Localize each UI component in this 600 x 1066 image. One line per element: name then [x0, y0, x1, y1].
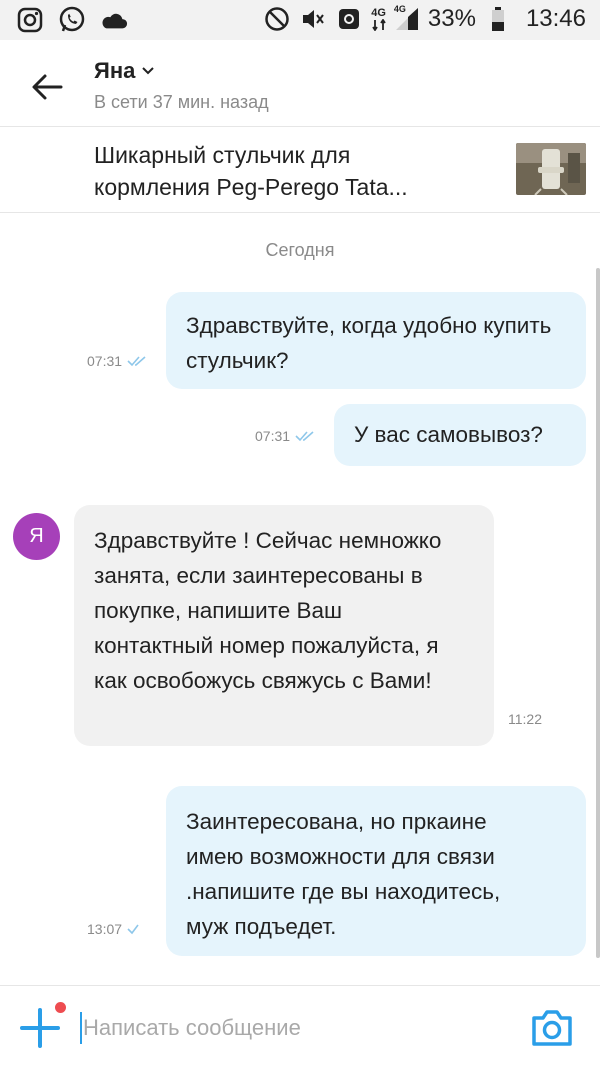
date-divider: Сегодня: [265, 240, 335, 260]
arrow-left-icon: [32, 74, 63, 100]
plus-icon: [20, 1008, 60, 1048]
message-time: 07:31: [255, 428, 316, 444]
chat-header: Яна В сети 37 мин. назад: [0, 40, 600, 127]
chevron-down-icon: [142, 67, 155, 75]
contact-name-dropdown[interactable]: Яна: [94, 58, 155, 84]
instagram-icon: [16, 6, 44, 34]
double-check-icon: [295, 431, 314, 442]
network-b-indicator: 4G: [393, 4, 420, 32]
composer-bar: [0, 985, 600, 1066]
message-bubble[interactable]: Здравствуйте, когда удобно купить стульч…: [166, 292, 586, 389]
message-text: У вас самовывоз?: [354, 422, 543, 447]
contact-status: В сети 37 мин. назад: [94, 92, 269, 112]
status-bar: 4G 4G 33% 13:46: [0, 0, 600, 40]
message-time-text: 11:22: [508, 711, 542, 727]
whatsapp-icon: [58, 6, 86, 34]
message-time: 11:22: [508, 711, 542, 727]
message-time-text: 13:07: [87, 921, 123, 937]
cloud-icon: [100, 6, 128, 34]
battery-icon: [484, 5, 512, 33]
battery-percent: 33%: [427, 5, 476, 32]
clock: 13:46: [525, 5, 586, 32]
text-cursor: [80, 1012, 82, 1044]
listing-title: Шикарный стульчик для кормления Peg-Pere…: [94, 142, 408, 200]
message-time-text: 07:31: [87, 353, 123, 369]
message-input[interactable]: [83, 1010, 483, 1046]
double-check-icon: [127, 356, 146, 367]
network-a-indicator: 4G: [371, 6, 386, 31]
nfc-icon: [335, 5, 363, 33]
notification-dot: [55, 1002, 66, 1013]
message-time-text: 07:31: [255, 428, 291, 444]
avatar-letter: Я: [29, 525, 44, 547]
mute-icon: [299, 5, 327, 33]
message-text: Заинтересована, но пркаине имею возможно…: [186, 809, 501, 939]
message-bubble[interactable]: Заинтересована, но пркаине имею возможно…: [166, 786, 586, 956]
message-bubble[interactable]: У вас самовывоз?: [334, 404, 586, 466]
message-text: Здравствуйте ! Сейчас немножко занята, е…: [94, 528, 442, 693]
avatar[interactable]: Я: [13, 513, 60, 560]
scrollbar[interactable]: [596, 268, 600, 958]
camera-button[interactable]: [530, 1008, 574, 1048]
contact-name: Яна: [94, 58, 136, 83]
check-icon: [127, 924, 139, 935]
back-button[interactable]: [30, 70, 64, 104]
attach-button[interactable]: [18, 1006, 62, 1050]
message-time: 13:07: [87, 921, 140, 937]
network-b-label: 4G: [393, 4, 406, 14]
listing-preview[interactable]: Шикарный стульчик для кормления Peg-Pere…: [0, 127, 600, 213]
do-not-disturb-icon: [263, 5, 291, 33]
message-text: Здравствуйте, когда удобно купить стульч…: [186, 313, 552, 373]
camera-icon: [532, 1010, 572, 1046]
listing-thumbnail: [516, 143, 586, 195]
message-time: 07:31: [87, 353, 148, 369]
network-a-label: 4G: [371, 6, 386, 19]
message-bubble[interactable]: Здравствуйте ! Сейчас немножко занята, е…: [74, 505, 494, 746]
